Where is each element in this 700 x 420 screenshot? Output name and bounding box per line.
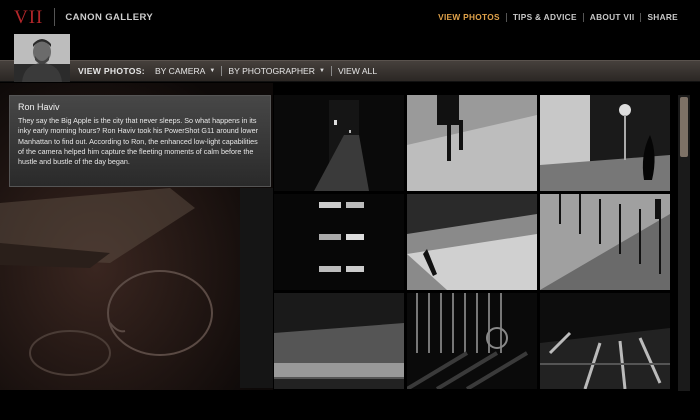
thumbnail-7[interactable] — [274, 293, 404, 389]
gallery-scrollbar[interactable] — [678, 95, 690, 391]
thumbnail-3[interactable] — [540, 95, 670, 191]
filter-nav: VIEW PHOTOS: BY CAMERA ▼ BY PHOTOGRAPHER… — [78, 60, 377, 82]
thumbnail-9[interactable] — [540, 293, 670, 389]
by-photographer-dropdown[interactable]: BY PHOTOGRAPHER ▼ — [228, 66, 325, 76]
thumbnail-grid — [274, 95, 672, 391]
top-nav: VIEW PHOTOS TIPS & ADVICE ABOUT VII SHAR… — [438, 12, 678, 22]
top-bar: VII CANON GALLERY VIEW PHOTOS TIPS & ADV… — [0, 0, 700, 34]
thumbnail-2[interactable] — [407, 95, 537, 191]
thumbnail-4[interactable] — [274, 194, 404, 290]
thumbnail-1[interactable] — [274, 95, 404, 191]
photographer-avatar — [14, 34, 70, 82]
photo-description: They say the Big Apple is the city that … — [18, 116, 258, 167]
nav-share[interactable]: SHARE — [647, 12, 678, 22]
caret-down-icon: ▼ — [318, 68, 325, 74]
thumbnail-5[interactable] — [407, 194, 537, 290]
photographer-name: Ron Haviv — [18, 102, 60, 112]
nav-divider — [582, 12, 584, 22]
scrollbar-thumb[interactable] — [680, 97, 688, 157]
brand-divider — [54, 8, 56, 26]
by-photographer-label: BY PHOTOGRAPHER — [228, 66, 315, 76]
nav-about-vii[interactable]: ABOUT VII — [590, 12, 635, 22]
nav-divider — [640, 12, 642, 22]
filter-divider — [221, 66, 223, 76]
thumbnail-8[interactable] — [407, 293, 537, 389]
thumbnail-6[interactable] — [540, 194, 670, 290]
filter-divider — [330, 66, 332, 76]
caret-down-icon: ▼ — [209, 68, 216, 74]
view-photos-label: VIEW PHOTOS: — [78, 66, 145, 76]
nav-view-photos[interactable]: VIEW PHOTOS — [438, 12, 500, 22]
gallery-title[interactable]: CANON GALLERY — [65, 12, 153, 23]
vii-logo[interactable]: VII — [14, 8, 43, 27]
brand[interactable]: VII CANON GALLERY — [14, 6, 153, 28]
nav-tips-advice[interactable]: TIPS & ADVICE — [513, 12, 577, 22]
photo-info-panel: Ron Haviv They say the Big Apple is the … — [9, 95, 271, 187]
nav-divider — [505, 12, 507, 22]
by-camera-dropdown[interactable]: BY CAMERA ▼ — [155, 66, 215, 76]
by-camera-label: BY CAMERA — [154, 66, 206, 76]
gallery-content: Ron Haviv They say the Big Apple is the … — [0, 83, 700, 420]
view-all-link[interactable]: VIEW ALL — [338, 66, 377, 76]
